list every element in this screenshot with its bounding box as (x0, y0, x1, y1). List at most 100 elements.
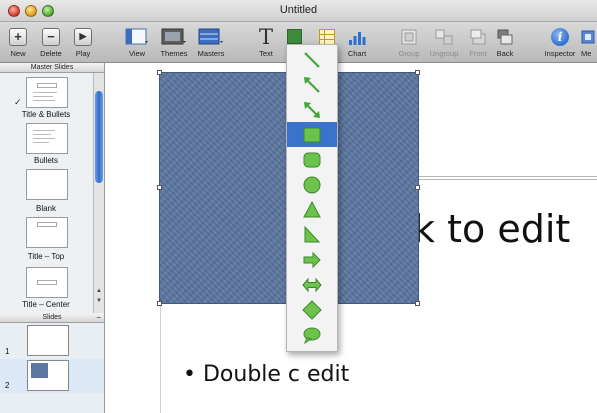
bullet-line (33, 134, 51, 135)
resize-handle[interactable] (157, 70, 162, 75)
resize-handle[interactable] (415, 301, 420, 306)
scroll-down-arrow-icon[interactable]: ▼ (94, 298, 104, 304)
master-slides-scrollbar[interactable]: ▲ ▼ (93, 73, 104, 313)
resize-handle[interactable] (157, 301, 162, 306)
bullet-line (33, 142, 49, 143)
resize-handle[interactable] (415, 70, 420, 75)
text-button[interactable]: T Text (255, 25, 277, 61)
circle-icon (303, 176, 321, 193)
title-bar: Untitled (0, 0, 597, 22)
arrow-shape-item[interactable] (287, 247, 337, 272)
masters-icon (198, 28, 223, 44)
media-button[interactable]: Me (581, 25, 597, 61)
ungroup-label: Ungroup (429, 49, 459, 58)
bring-front-icon (470, 29, 486, 44)
speech-bubble-icon (303, 327, 321, 344)
scrollbar-thumb[interactable] (95, 91, 103, 183)
scroll-up-arrow-icon[interactable]: ▲ (94, 288, 104, 294)
bullet-line (33, 100, 55, 101)
themes-icon (161, 28, 186, 44)
slide-row[interactable]: 2 (0, 359, 104, 393)
body-placeholder-text[interactable]: • Double c edit (183, 362, 349, 387)
rectangle-shape-item[interactable] (287, 122, 337, 147)
title-placeholder-line (37, 280, 57, 285)
ungroup-icon (435, 29, 453, 44)
slide-thumbnail[interactable] (27, 360, 69, 391)
master-slides-list[interactable]: ✓ Title & Bullets Bullets Blank Title – … (0, 73, 92, 313)
slide-row[interactable]: 1 (0, 323, 104, 358)
table-icon (319, 28, 335, 45)
slides-header-label: Slides (42, 314, 62, 321)
bullet-line (33, 92, 57, 93)
double-arrow-line-shape-item[interactable] (287, 97, 337, 122)
double-arrow-shape-item[interactable] (287, 272, 337, 297)
slide-number: 1 (5, 347, 10, 356)
diamond-icon (302, 299, 322, 320)
front-label: Front (469, 49, 487, 58)
bullet-line (33, 96, 53, 97)
diamond-shape-item[interactable] (287, 297, 337, 322)
circle-shape-item[interactable] (287, 172, 337, 197)
collapse-icon[interactable]: − (96, 313, 101, 323)
line-icon (304, 51, 320, 68)
delete-button[interactable]: − Delete (36, 25, 66, 61)
front-button[interactable]: Front (466, 25, 490, 61)
right-arrow-icon (303, 251, 321, 268)
view-icon (125, 28, 148, 44)
master-label: Title – Center (22, 300, 70, 309)
shape-square-icon (286, 29, 302, 44)
master-thumbnail-title-bullets[interactable] (26, 77, 68, 108)
master-label: Blank (35, 204, 56, 213)
minus-icon: − (42, 27, 60, 46)
master-thumbnail-blank[interactable] (26, 169, 68, 200)
play-label: Play (75, 49, 91, 58)
new-button[interactable]: + New (6, 25, 30, 61)
master-label: Title & Bullets (21, 110, 71, 119)
rounded-rectangle-shape-item[interactable] (287, 147, 337, 172)
ungroup-button[interactable]: Ungroup (427, 25, 461, 61)
double-arrow-icon (302, 277, 322, 292)
play-button[interactable]: ▶ Play (71, 25, 95, 61)
slide-number: 2 (5, 381, 10, 390)
send-back-icon (497, 29, 513, 44)
group-icon (401, 29, 417, 44)
resize-handle[interactable] (157, 185, 162, 190)
arrow-line-icon (304, 76, 320, 93)
inspector-button[interactable]: i Inspector (542, 25, 578, 61)
bar-chart-icon (349, 31, 366, 45)
line-shape-item[interactable] (287, 47, 337, 72)
master-thumbnail-title-top[interactable] (26, 217, 68, 248)
master-thumbnail-title-center[interactable] (26, 267, 68, 298)
back-button[interactable]: Back (494, 25, 516, 61)
slide-thumbnail[interactable] (27, 325, 69, 356)
masters-label: Masters (197, 49, 225, 58)
resize-handle[interactable] (415, 185, 420, 190)
right-triangle-icon (304, 225, 321, 242)
media-label: Me (581, 49, 592, 58)
text-icon: T (258, 24, 273, 49)
right-triangle-shape-item[interactable] (287, 222, 337, 247)
masters-button[interactable]: Masters (195, 25, 227, 61)
group-button[interactable]: Group (396, 25, 422, 61)
arrow-line-shape-item[interactable] (287, 72, 337, 97)
themes-button[interactable]: Themes (157, 25, 191, 61)
back-label: Back (496, 49, 514, 58)
triangle-shape-item[interactable] (287, 197, 337, 222)
master-slides-header[interactable]: Master Slides (0, 63, 104, 73)
title-placeholder-text[interactable]: k to edit (413, 207, 570, 251)
master-thumbnail-bullets[interactable] (26, 123, 68, 154)
triangle-icon (303, 200, 321, 217)
slides-header[interactable]: Slides − (0, 313, 104, 323)
inspector-label: Inspector (544, 49, 576, 58)
window-title: Untitled (279, 4, 318, 16)
rectangle-icon (303, 127, 321, 142)
slides-list[interactable]: 1 2 (0, 323, 104, 413)
title-placeholder-line (37, 83, 57, 88)
speech-bubble-shape-item[interactable] (287, 322, 337, 347)
keynote-window: Untitled + New − Delete ▶ Play View Them… (0, 0, 597, 413)
view-button[interactable]: View (122, 25, 152, 61)
chart-label: Chart (347, 49, 367, 58)
chart-button[interactable]: Chart (345, 25, 369, 61)
text-label: Text (259, 49, 273, 58)
media-icon (581, 30, 595, 43)
